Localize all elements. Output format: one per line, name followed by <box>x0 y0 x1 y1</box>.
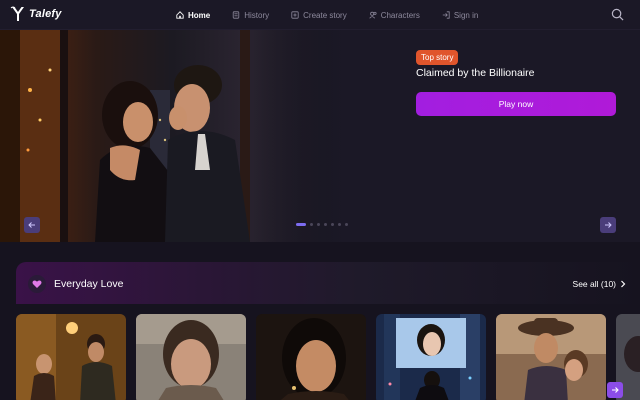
home-icon <box>176 11 184 19</box>
sign-in-icon <box>442 11 450 19</box>
main-nav: Home History Create story Characters Sig… <box>176 0 500 30</box>
nav-sign-in-label: Sign in <box>453 10 479 20</box>
nav-history-label: History <box>244 10 270 20</box>
carousel-dot[interactable] <box>324 223 327 226</box>
story-cards-row <box>16 314 640 400</box>
nav-sign-in[interactable]: Sign in <box>442 11 478 20</box>
card-image <box>496 314 606 400</box>
see-all-label: See all (10) <box>572 279 616 289</box>
card-image <box>136 314 246 400</box>
see-all-link[interactable]: See all (10) <box>573 279 626 289</box>
carousel-dot[interactable] <box>331 223 334 226</box>
carousel-dot[interactable] <box>345 223 348 226</box>
card-image <box>256 314 366 400</box>
hero-carousel <box>0 30 640 242</box>
nav-home-label: Home <box>188 10 211 20</box>
cards-next-button[interactable] <box>607 382 623 398</box>
story-card[interactable] <box>136 314 246 400</box>
card-image <box>16 314 126 400</box>
story-card[interactable] <box>496 314 606 400</box>
nav-characters-label: Characters <box>380 10 420 20</box>
hero-title: Claimed by the Billionaire <box>416 67 535 79</box>
arrow-right-icon <box>605 222 612 228</box>
chevron-right-icon <box>621 280 626 288</box>
heart-icon <box>32 280 42 288</box>
play-now-button[interactable]: Play now <box>416 92 616 116</box>
arrow-left-icon <box>28 222 35 228</box>
nav-history[interactable]: History <box>232 11 269 20</box>
plus-square-icon <box>291 11 299 19</box>
hero-next-button[interactable] <box>600 217 616 233</box>
carousel-dot[interactable] <box>310 223 313 226</box>
history-icon <box>233 11 240 19</box>
carousel-dots <box>296 223 348 226</box>
nav-create-story-label: Create story <box>303 10 347 20</box>
hero-prev-button[interactable] <box>24 217 40 233</box>
nav-characters[interactable]: Characters <box>369 11 420 20</box>
search-icon[interactable] <box>611 8 624 21</box>
arrow-right-icon <box>612 387 619 393</box>
section-icon <box>28 275 46 293</box>
carousel-dot[interactable] <box>338 223 341 226</box>
logo[interactable]: Talefy <box>10 5 62 23</box>
card-image <box>376 314 486 400</box>
story-card[interactable] <box>16 314 126 400</box>
carousel-dot[interactable] <box>317 223 320 226</box>
nav-create-story[interactable]: Create story <box>291 11 347 20</box>
top-header: Talefy Home History Create story Charact… <box>0 0 640 30</box>
section-title: Everyday Love <box>54 278 124 290</box>
story-card[interactable] <box>376 314 486 400</box>
users-icon <box>369 11 377 19</box>
carousel-dot[interactable] <box>296 223 306 226</box>
hero-image-fade <box>255 30 345 242</box>
story-card[interactable] <box>256 314 366 400</box>
logo-mark-icon <box>10 6 24 21</box>
logo-text: Talefy <box>29 8 62 20</box>
top-story-badge: Top story <box>416 50 459 65</box>
hero-image[interactable] <box>0 30 345 242</box>
nav-home[interactable]: Home <box>176 11 210 20</box>
